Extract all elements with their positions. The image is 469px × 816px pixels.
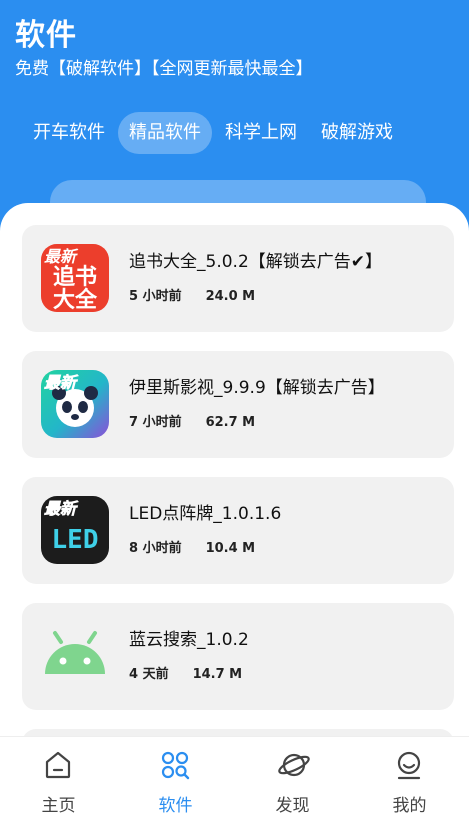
- app-card[interactable]: 最新 伊里斯影视_9.9.9【解锁去广告】 7 小时前 62.7 M: [22, 351, 454, 458]
- new-badge: 最新: [44, 499, 79, 518]
- app-size: 10.4 M: [205, 541, 256, 556]
- led-app-icon: LED 最新: [41, 496, 109, 564]
- app-time: 5 小时前: [129, 289, 182, 304]
- panda-app-icon: 最新: [41, 370, 109, 438]
- app-time: 7 小时前: [129, 415, 182, 430]
- page-subtitle: 免费【破解软件】【全网更新最快最全】: [15, 59, 313, 79]
- new-badge: 最新: [44, 373, 79, 392]
- home-icon: [45, 751, 71, 779]
- app-name: 伊里斯影视_9.9.9【解锁去广告】: [129, 378, 385, 398]
- app-card[interactable]: 蓝云搜索_1.0.2 4 天前 14.7 M: [22, 603, 454, 710]
- app-name: LED点阵牌_1.0.1.6: [129, 504, 282, 524]
- nav-label: 发现: [275, 796, 310, 816]
- nav-label: 软件: [158, 796, 193, 816]
- app-time: 8 小时前: [129, 541, 182, 556]
- apps-grid-icon: [161, 751, 190, 780]
- nav-label: 我的: [392, 796, 427, 816]
- page-title: 软件: [15, 18, 77, 53]
- tab-pojie-games[interactable]: 破解游戏: [310, 112, 404, 154]
- nav-discover[interactable]: 发现: [234, 737, 351, 816]
- planet-icon: [278, 753, 310, 777]
- app-meta: 8 小时前 10.4 M: [129, 537, 255, 556]
- tab-kexue[interactable]: 科学上网: [214, 112, 308, 154]
- app-name: 蓝云搜索_1.0.2: [129, 630, 249, 650]
- tab-kaiche[interactable]: 开车软件: [22, 112, 116, 154]
- bottom-nav: 主页 软件 发现 我的: [0, 736, 469, 816]
- app-meta: 5 小时前 24.0 M: [129, 285, 255, 304]
- app-time: 4 天前: [129, 667, 169, 682]
- content-sheet: 最新 追书 大全 追书大全_5.0.2【解锁去广告✔】 5 小时前 24.0 M: [0, 203, 469, 816]
- icon-line-2: 大全: [53, 287, 98, 312]
- app-card[interactable]: LED 最新 LED点阵牌_1.0.1.6 8 小时前 10.4 M: [22, 477, 454, 584]
- app-name: 追书大全_5.0.2【解锁去广告✔】: [129, 252, 382, 272]
- app-meta: 4 天前 14.7 M: [129, 663, 242, 682]
- led-text: LED: [52, 525, 99, 555]
- nav-apps[interactable]: 软件: [117, 737, 234, 816]
- category-tabs: 开车软件 精品软件 科学上网 破解游戏: [22, 112, 406, 154]
- nav-mine[interactable]: 我的: [351, 737, 468, 816]
- icon-line-1: 追书: [53, 264, 97, 290]
- nav-label: 主页: [41, 796, 76, 816]
- app-card[interactable]: 最新 追书 大全 追书大全_5.0.2【解锁去广告✔】 5 小时前 24.0 M: [22, 225, 454, 332]
- zhuishu-app-icon: 最新 追书 大全: [41, 244, 109, 312]
- app-size: 62.7 M: [205, 415, 256, 430]
- app-meta: 7 小时前 62.7 M: [129, 411, 255, 430]
- smiley-icon: [397, 751, 421, 780]
- nav-home[interactable]: 主页: [0, 737, 117, 816]
- new-badge: 最新: [44, 247, 79, 266]
- app-size: 24.0 M: [205, 289, 256, 304]
- android-app-icon: [41, 622, 109, 690]
- app-size: 14.7 M: [192, 667, 243, 682]
- tab-jingpin[interactable]: 精品软件: [118, 112, 212, 154]
